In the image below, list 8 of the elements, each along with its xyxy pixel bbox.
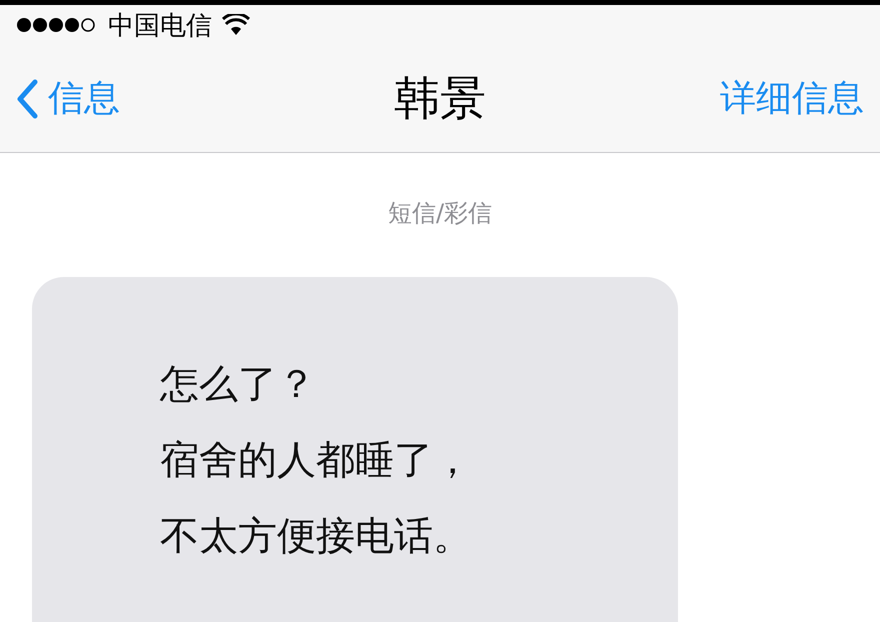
service-label: 短信/彩信 xyxy=(388,198,492,229)
back-button[interactable]: 信息 xyxy=(16,74,120,123)
message-text: 怎么了？ 宿舍的人都睡了， 不太方便接电话。 xyxy=(160,361,473,561)
contact-name: 韩景 xyxy=(394,70,486,126)
carrier-name: 中国电信 xyxy=(108,10,212,42)
back-chevron-icon xyxy=(16,78,38,118)
details-button[interactable]: 详细信息 xyxy=(720,74,864,123)
wifi-icon xyxy=(222,14,250,36)
